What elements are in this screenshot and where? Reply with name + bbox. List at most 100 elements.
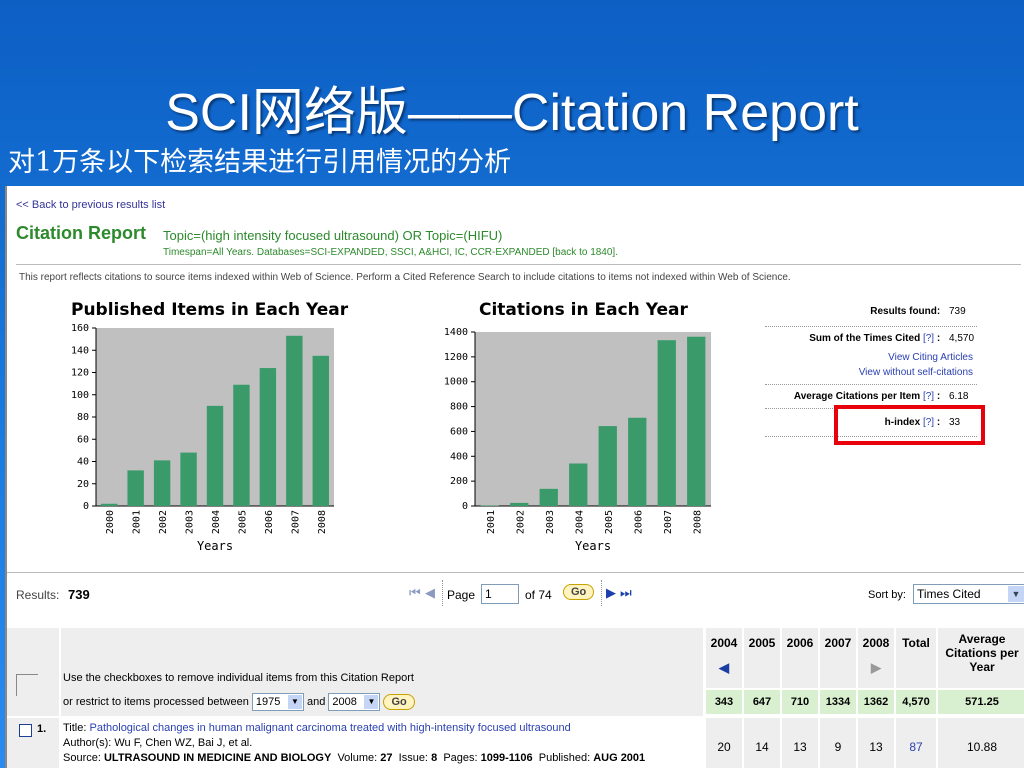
- published-items-bar: [312, 355, 329, 506]
- year-header-2006: 2006: [786, 636, 814, 650]
- to-year-value: 2008: [332, 696, 357, 708]
- authors-label: Author(s):: [63, 737, 112, 749]
- results-found-value: 739: [949, 306, 966, 317]
- y-tick-label: 0: [83, 501, 89, 512]
- colon: :: [936, 391, 941, 402]
- year-total-cell: 343: [706, 690, 742, 714]
- page-input[interactable]: 1: [481, 584, 519, 604]
- view-without-self-citations-link[interactable]: View without self-citations: [859, 367, 973, 378]
- record-details: Title: Pathological changes in human mal…: [63, 721, 703, 766]
- page-go-button[interactable]: Go: [563, 584, 595, 600]
- slide-subtitle: 对1万条以下检索结果进行引用情况的分析: [8, 147, 512, 178]
- divider: [7, 572, 1024, 573]
- report-note: This report reflects citations to source…: [19, 272, 791, 283]
- x-tick-label: 2006: [264, 510, 275, 534]
- x-tick-label: 2008: [317, 510, 328, 534]
- page-of-label: of 74: [525, 588, 552, 602]
- published-items-bar: [286, 335, 303, 506]
- pages-label: Pages:: [443, 752, 478, 764]
- y-tick-label: 100: [71, 390, 89, 401]
- issue-label: Issue:: [398, 752, 428, 764]
- report-title: Citation Report: [16, 223, 146, 243]
- y-tick-label: 1400: [444, 327, 468, 338]
- avg-help-link[interactable]: [?]: [923, 391, 934, 402]
- chevron-down-icon: ▼: [1008, 586, 1024, 602]
- from-year-value: 1975: [255, 696, 281, 708]
- record-number: 1.: [37, 723, 47, 735]
- x-tick-label: 2000: [105, 510, 116, 534]
- x-tick-label: 2008: [692, 510, 703, 534]
- citations-bar: [628, 417, 647, 506]
- previous-page-icon[interactable]: ◀: [425, 585, 435, 601]
- y-tick-label: 200: [450, 476, 468, 487]
- published-label: Published:: [538, 752, 591, 764]
- avg-citations-value: 6.18: [949, 391, 969, 402]
- record-cites-2004: 20: [717, 740, 731, 754]
- chart2-title: Citations in Each Year: [479, 300, 688, 320]
- year-header-2007: 2007: [824, 636, 852, 650]
- x-tick-label: 2005: [604, 510, 615, 534]
- x-tick-label: 2005: [237, 510, 248, 534]
- and-label: and: [306, 696, 326, 708]
- record-source: ULTRASOUND IN MEDICINE AND BIOLOGY: [103, 752, 332, 764]
- y-tick-label: 140: [71, 345, 89, 356]
- total-header: Total: [902, 636, 930, 650]
- x-tick-label: 2001: [132, 510, 143, 534]
- query-topic: Topic=(high intensity focused ultrasound…: [163, 228, 503, 243]
- citation-grid: Use the checkboxes to remove individual …: [7, 624, 1024, 768]
- published-items-bar: [233, 384, 250, 506]
- y-tick-label: 400: [450, 451, 468, 462]
- volume-label: Volume:: [337, 752, 378, 764]
- restrict-go-button[interactable]: Go: [383, 694, 415, 710]
- x-tick-label: 2004: [574, 510, 585, 534]
- from-year-select[interactable]: 1975 ▼: [251, 693, 304, 711]
- avg-citations-row: Average Citations per Item [?] : 6.18: [794, 391, 977, 402]
- slide: SCI网络版——Citation Report 对1万条以下检索结果进行引用情况…: [0, 0, 1024, 768]
- chevron-down-icon: ▼: [364, 695, 379, 709]
- y-tick-label: 40: [77, 457, 89, 468]
- y-tick-label: 160: [71, 323, 89, 334]
- y-tick-label: 80: [77, 412, 89, 423]
- back-to-results-link[interactable]: << Back to previous results list: [16, 199, 165, 211]
- x-tick-label: 2003: [185, 510, 196, 534]
- x-tick-label: 2007: [290, 510, 301, 534]
- year-total-cell: 647: [744, 690, 780, 714]
- year-header-2004: 2004: [710, 636, 738, 650]
- record-cites-2006: 13: [793, 740, 807, 754]
- scroll-right-icon[interactable]: ▶: [858, 660, 894, 676]
- results-bar: Results: 739 ⏮ ◀ Page 1 of 74 Go ▶ ⏭ Sor…: [7, 578, 1024, 608]
- year-header-2008: 2008: [862, 636, 890, 650]
- record-checkbox[interactable]: [19, 724, 32, 737]
- to-year-select[interactable]: 2008 ▼: [328, 693, 381, 711]
- record-title-link[interactable]: Pathological changes in human malignant …: [90, 722, 571, 734]
- published-items-bar: [206, 405, 224, 506]
- results-label: Results:: [16, 588, 60, 602]
- y-tick-label: 1000: [444, 377, 468, 388]
- avg-per-year-header: Average Citations per Year: [945, 632, 1019, 674]
- sort-select-value: Times Cited: [917, 587, 981, 601]
- citations-bar: [598, 426, 617, 506]
- scroll-left-icon[interactable]: ◀: [706, 660, 742, 676]
- x-axis-label: Years: [575, 539, 611, 553]
- chart1-title: Published Items in Each Year: [71, 300, 349, 320]
- record-authors: Wu F, Chen WZ, Bai J, et al.: [114, 737, 253, 749]
- record-total-link[interactable]: 87: [896, 740, 936, 756]
- grand-total-cell: 4,570: [896, 690, 936, 714]
- record-cites-2007: 9: [834, 740, 842, 754]
- sum-help-link[interactable]: [?]: [923, 333, 934, 344]
- y-tick-label: 60: [77, 434, 89, 445]
- last-page-icon[interactable]: ⏭: [620, 585, 632, 601]
- chevron-down-icon: ▼: [287, 695, 302, 709]
- published-items-bar: [259, 368, 277, 506]
- y-tick-label: 0: [462, 501, 468, 512]
- restrict-row: or restrict to items processed between 1…: [63, 693, 415, 711]
- record-volume: 27: [380, 752, 393, 764]
- x-tick-label: 2004: [211, 510, 222, 534]
- view-citing-articles-link[interactable]: View Citing Articles: [888, 352, 973, 363]
- sort-select[interactable]: Times Cited ▼: [913, 584, 1024, 604]
- divider: [601, 580, 602, 606]
- sum-times-cited-row: Sum of the Times Cited [?] : 4,570: [809, 333, 977, 344]
- first-page-icon[interactable]: ⏮: [409, 585, 421, 601]
- results-count: 739: [68, 587, 90, 602]
- next-page-icon[interactable]: ▶: [606, 585, 616, 601]
